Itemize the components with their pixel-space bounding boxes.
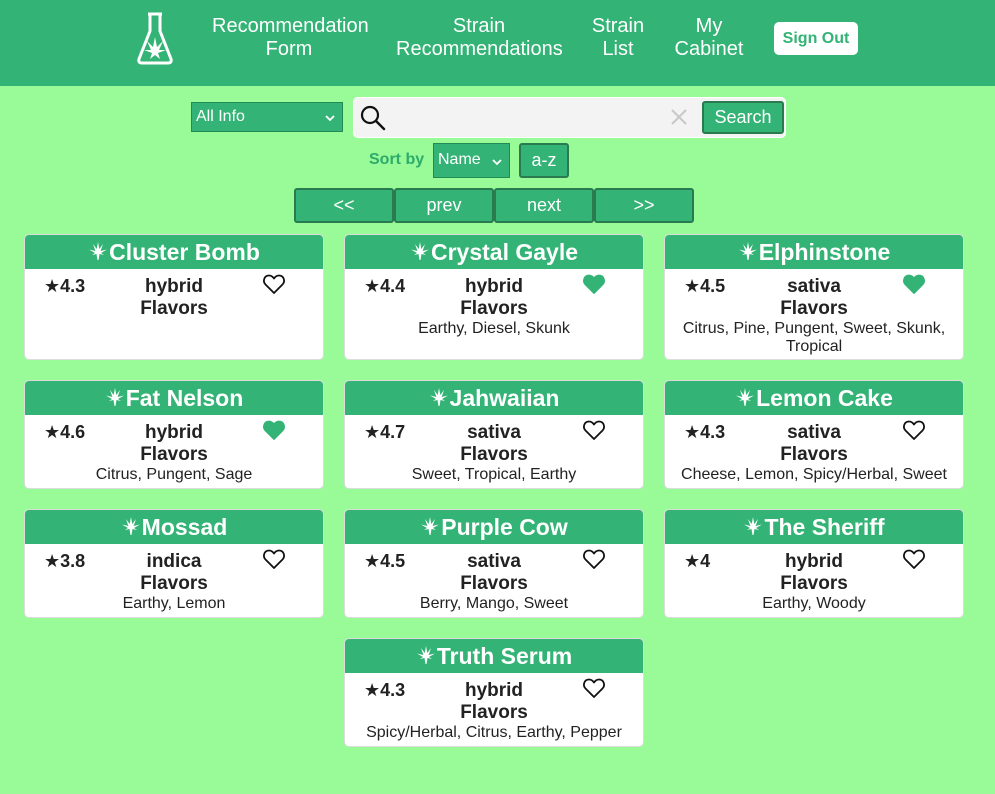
strain-card-header: Crystal Gayle: [345, 235, 643, 269]
strain-card-header: Jahwaiian: [345, 381, 643, 415]
cannabis-leaf-icon: [429, 388, 448, 406]
nav-recommendation-form[interactable]: Recommendation Form: [212, 15, 369, 61]
first-page-button[interactable]: <<: [294, 188, 394, 223]
strain-card[interactable]: Jahwaiian ★4.7 sativa Flavors Sweet, Tropica…: [344, 380, 644, 489]
flavors-heading: Flavors: [460, 702, 528, 723]
next-page-button[interactable]: next: [494, 188, 594, 223]
search-bar: Search: [353, 97, 786, 138]
flavors-list: Berry, Mango, Sweet: [419, 595, 569, 612]
strain-card-header: The Sheriff: [665, 510, 963, 544]
sign-out-button[interactable]: Sign Out: [774, 22, 858, 55]
heart-outline-icon[interactable]: [582, 419, 606, 441]
strain-name: Mossad: [141, 514, 228, 540]
heart-outline-icon[interactable]: [902, 548, 926, 570]
heart-filled-icon[interactable]: [582, 273, 606, 295]
flavors-heading: Flavors: [780, 298, 848, 319]
flavors-list: Citrus, Pine, Pungent, Sweet, Skunk, Tro…: [682, 320, 946, 355]
heart-filled-icon[interactable]: [262, 419, 286, 441]
chevron-down-icon: [325, 115, 335, 122]
flavors-list: Spicy/Herbal, Citrus, Earthy, Pepper: [366, 724, 622, 741]
cannabis-leaf-icon: [105, 388, 124, 406]
heart-outline-icon[interactable]: [902, 419, 926, 441]
cannabis-leaf-icon: [738, 242, 757, 260]
strain-name: Lemon Cake: [756, 385, 893, 411]
heart-outline-icon[interactable]: [262, 548, 286, 570]
strain-name: Cluster Bomb: [109, 239, 260, 265]
cannabis-leaf-icon: [736, 388, 755, 406]
flavors-heading: Flavors: [140, 573, 208, 594]
prev-page-button[interactable]: prev: [394, 188, 494, 223]
cannabis-leaf-icon: [421, 517, 440, 535]
cannabis-leaf-icon: [410, 242, 429, 260]
cannabis-leaf-icon: [121, 517, 140, 535]
heart-outline-icon[interactable]: [262, 273, 286, 295]
heart-outline-icon[interactable]: [582, 548, 606, 570]
flavors-list: Earthy, Woody: [762, 595, 866, 612]
sort-field-select[interactable]: Name: [433, 143, 510, 178]
strain-name: The Sheriff: [764, 514, 885, 540]
strain-name: Purple Cow: [441, 514, 568, 540]
nav-strain-list[interactable]: Strain List: [590, 15, 646, 61]
strain-card-header: Lemon Cake: [665, 381, 963, 415]
nav-my-cabinet[interactable]: My Cabinet: [674, 15, 744, 61]
flavors-list: Citrus, Pungent, Sage: [95, 466, 253, 483]
sort-order-button[interactable]: a-z: [519, 143, 569, 178]
flavors-heading: Flavors: [460, 444, 528, 465]
flavors-list: Earthy, Lemon: [122, 595, 226, 612]
flavors-heading: Flavors: [460, 298, 528, 319]
sort-label: Sort by: [369, 151, 425, 168]
strain-card[interactable]: Lemon Cake ★4.3 sativa Flavors Cheese, Lemon…: [664, 380, 964, 489]
strain-card[interactable]: Crystal Gayle ★4.4 hybrid Flavors Earthy, Di…: [344, 234, 644, 360]
search-button[interactable]: Search: [702, 101, 784, 134]
cannabis-leaf-icon: [416, 646, 435, 664]
navbar: Recommendation Form Strain Recommendatio…: [0, 0, 995, 86]
cannabis-leaf-icon: [744, 517, 763, 535]
flavors-list: Earthy, Diesel, Skunk: [418, 320, 570, 337]
search-input[interactable]: [392, 102, 662, 133]
strain-name: Elphinstone: [758, 239, 891, 265]
strain-card[interactable]: Elphinstone ★4.5 sativa Flavors Citrus, Pine…: [664, 234, 964, 360]
strain-card-header: Cluster Bomb: [25, 235, 323, 269]
strain-card-header: Fat Nelson: [25, 381, 323, 415]
strain-card[interactable]: Fat Nelson ★4.6 hybrid Flavors Citrus, Punge…: [24, 380, 324, 489]
flavors-heading: Flavors: [780, 573, 848, 594]
nav-strain-recommendations[interactable]: Strain Recommendations: [396, 15, 563, 61]
strain-card-header: Elphinstone: [665, 235, 963, 269]
heart-filled-icon[interactable]: [902, 273, 926, 295]
flavors-list: Cheese, Lemon, Spicy/Herbal, Sweet: [681, 466, 947, 483]
strain-card[interactable]: Mossad ★3.8 indica Flavors Earthy, Lemon: [24, 509, 324, 618]
strain-name: Crystal Gayle: [430, 239, 579, 265]
last-page-button[interactable]: >>: [594, 188, 694, 223]
strain-card-header: Purple Cow: [345, 510, 643, 544]
strain-card[interactable]: Purple Cow ★4.5 sativa Flavors Berry, Mango,…: [344, 509, 644, 618]
flavors-heading: Flavors: [460, 573, 528, 594]
flask-logo-icon[interactable]: [136, 11, 174, 65]
flavors-heading: Flavors: [780, 444, 848, 465]
cannabis-leaf-icon: [89, 242, 108, 260]
strain-card[interactable]: Truth Serum ★4.3 hybrid Flavors Spicy/Herbal…: [344, 638, 644, 747]
strain-card-header: Truth Serum: [345, 639, 643, 673]
strain-name: Fat Nelson: [125, 385, 244, 411]
filter-select-value: All Info: [196, 108, 245, 125]
sort-field-value: Name: [438, 151, 481, 168]
chevron-down-icon: [492, 159, 502, 166]
flavors-heading: Flavors: [140, 298, 208, 319]
strain-card[interactable]: The Sheriff ★4 hybrid Flavors Earthy, Woody: [664, 509, 964, 618]
strain-name: Truth Serum: [436, 643, 573, 669]
strain-card-header: Mossad: [25, 510, 323, 544]
flavors-heading: Flavors: [140, 444, 208, 465]
strain-card[interactable]: Cluster Bomb ★4.3 hybrid Flavors: [24, 234, 324, 360]
strain-name: Jahwaiian: [449, 385, 560, 411]
search-icon: [360, 105, 386, 131]
filter-select[interactable]: All Info: [191, 102, 343, 132]
flavors-list: Sweet, Tropical, Earthy: [411, 466, 577, 483]
close-icon[interactable]: [666, 104, 692, 130]
heart-outline-icon[interactable]: [582, 677, 606, 699]
